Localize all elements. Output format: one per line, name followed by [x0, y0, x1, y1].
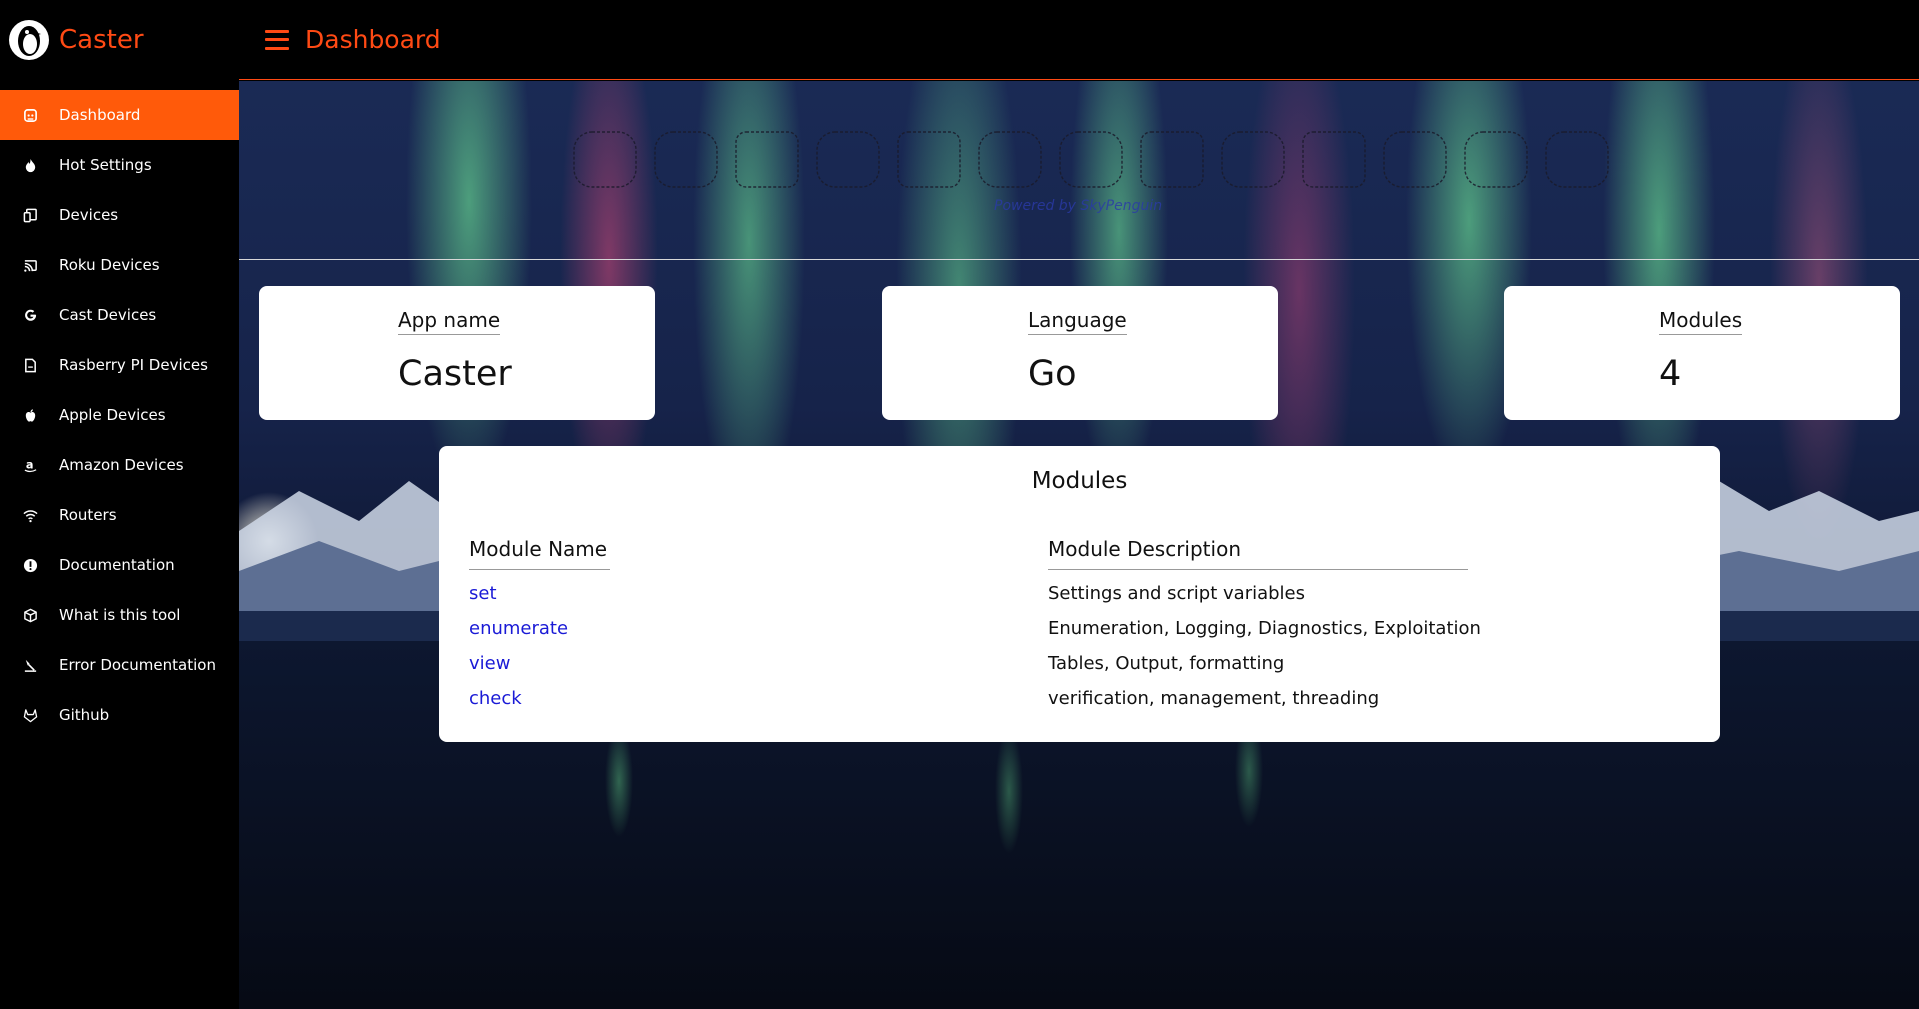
sidebar-item-github[interactable]: Github — [0, 690, 239, 740]
sidebar-item-label: Cast Devices — [59, 306, 157, 324]
module-link-check[interactable]: check — [469, 688, 522, 709]
sidebar-item-hot-settings[interactable]: Hot Settings — [0, 140, 239, 190]
stat-label: App name — [398, 308, 501, 335]
stat-card-language: Language Go — [882, 286, 1278, 420]
stat-card-modules: Modules 4 — [1504, 286, 1900, 420]
sidebar-item-label: Rasberry PI Devices — [59, 356, 208, 374]
sidebar-item-devices[interactable]: Devices — [0, 190, 239, 240]
stat-label: Modules — [1659, 308, 1743, 335]
document-icon — [22, 357, 38, 373]
sidebar-item-label: Documentation — [59, 556, 175, 574]
stat-value: 4 — [1659, 354, 1682, 394]
sidebar-item-amazon-devices[interactable]: a Amazon Devices — [0, 440, 239, 490]
module-description: Settings and script variables — [1048, 583, 1306, 604]
main-content: Powered by SkyPenguin App name Caster La… — [239, 81, 1919, 1009]
info-icon — [22, 557, 38, 573]
sidebar-item-apple-devices[interactable]: Apple Devices — [0, 390, 239, 440]
sidebar: Caster Dashboard Hot Settings Devices Ro… — [0, 0, 239, 1009]
error-doc-icon — [22, 657, 38, 673]
hamburger-menu-icon[interactable] — [265, 29, 289, 50]
modules-title: Modules — [1031, 468, 1128, 494]
cube-icon — [22, 607, 38, 623]
sidebar-item-cast-devices[interactable]: Cast Devices — [0, 290, 239, 340]
module-description: verification, management, threading — [1048, 688, 1380, 709]
module-description: Enumeration, Logging, Diagnostics, Explo… — [1048, 618, 1481, 639]
amazon-icon: a — [22, 457, 38, 473]
sidebar-item-label: Roku Devices — [59, 256, 160, 274]
sidebar-item-label: Github — [59, 706, 110, 724]
sidebar-item-label: Routers — [59, 506, 117, 524]
module-link-view[interactable]: view — [469, 653, 510, 674]
penguin-logo-icon — [9, 20, 49, 60]
svg-text:a: a — [25, 458, 33, 471]
stat-value: Go — [1028, 354, 1077, 394]
cast-icon — [22, 257, 38, 273]
app-root: Caster Dashboard Hot Settings Devices Ro… — [0, 0, 1919, 1009]
module-link-enumerate[interactable]: enumerate — [469, 618, 568, 639]
sidebar-nav: Dashboard Hot Settings Devices Roku Devi… — [0, 90, 239, 740]
sidebar-item-label: Hot Settings — [59, 156, 152, 174]
sidebar-item-what-is-this-tool[interactable]: What is this tool — [0, 590, 239, 640]
sidebar-item-label: Amazon Devices — [59, 456, 184, 474]
brand[interactable]: Caster — [0, 0, 239, 80]
flame-icon — [22, 157, 38, 173]
sidebar-item-label: What is this tool — [59, 606, 181, 624]
module-description: Tables, Output, formatting — [1048, 653, 1285, 674]
module-link-set[interactable]: set — [469, 583, 497, 604]
banner-subtitle: Powered by SkyPenguin — [994, 198, 1163, 214]
wifi-icon — [22, 507, 38, 523]
sidebar-item-label: Dashboard — [59, 106, 141, 124]
sidebar-item-routers[interactable]: Routers — [0, 490, 239, 540]
dashboard-icon — [22, 107, 38, 123]
modules-table-card: Modules Module Name Module Description s… — [439, 446, 1720, 742]
gitlab-icon — [22, 707, 38, 723]
column-header-module-name: Module Name — [469, 537, 610, 570]
sidebar-item-rasberry-pi-devices[interactable]: Rasberry PI Devices — [0, 340, 239, 390]
brand-name: Caster — [59, 25, 144, 55]
sidebar-item-label: Error Documentation — [59, 656, 216, 674]
column-header-module-description: Module Description — [1048, 537, 1468, 570]
page-title: Dashboard — [305, 25, 441, 54]
sidebar-item-label: Devices — [59, 206, 119, 224]
stat-label: Language — [1028, 308, 1127, 335]
sidebar-item-roku-devices[interactable]: Roku Devices — [0, 240, 239, 290]
sidebar-item-documentation[interactable]: Documentation — [0, 540, 239, 590]
stat-card-app-name: App name Caster — [259, 286, 655, 420]
sidebar-item-dashboard[interactable]: Dashboard — [0, 90, 239, 140]
google-icon — [22, 307, 38, 323]
banner: Powered by SkyPenguin — [239, 81, 1919, 260]
sidebar-item-error-documentation[interactable]: Error Documentation — [0, 640, 239, 690]
apple-icon — [22, 407, 38, 423]
sidebar-item-label: Apple Devices — [59, 406, 166, 424]
ascii-art-logo-icon — [573, 131, 1609, 188]
stat-value: Caster — [398, 354, 512, 394]
devices-icon — [22, 207, 38, 223]
topbar: Dashboard — [239, 0, 1919, 80]
